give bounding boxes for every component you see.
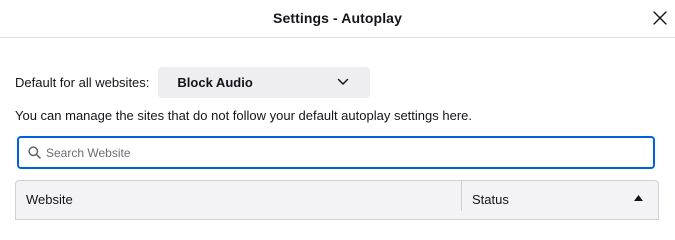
column-header-status[interactable]: Status [462,181,658,211]
column-header-website[interactable]: Website [16,181,462,211]
sites-table: Website Status [15,180,659,220]
description-text: You can manage the sites that do not fol… [15,108,472,123]
column-label-status: Status [472,192,509,207]
dialog-titlebar: Settings - Autoplay [0,0,675,38]
default-setting-row: Default for all websites: Block Audio [15,67,371,98]
search-box[interactable] [17,136,655,169]
close-icon [653,11,667,25]
column-label-website: Website [26,192,73,207]
chevron-down-icon [337,78,349,86]
default-setting-label: Default for all websites: [15,75,150,90]
select-value: Block Audio [177,75,253,90]
autoplay-settings-dialog: Settings - Autoplay Default for all webs… [0,0,675,220]
search-icon [28,146,41,159]
default-setting-select[interactable]: Block Audio [158,67,371,98]
close-button[interactable] [652,10,668,26]
dialog-title: Settings - Autoplay [273,10,402,26]
sort-ascending-icon [634,195,643,201]
search-input[interactable] [46,138,646,167]
